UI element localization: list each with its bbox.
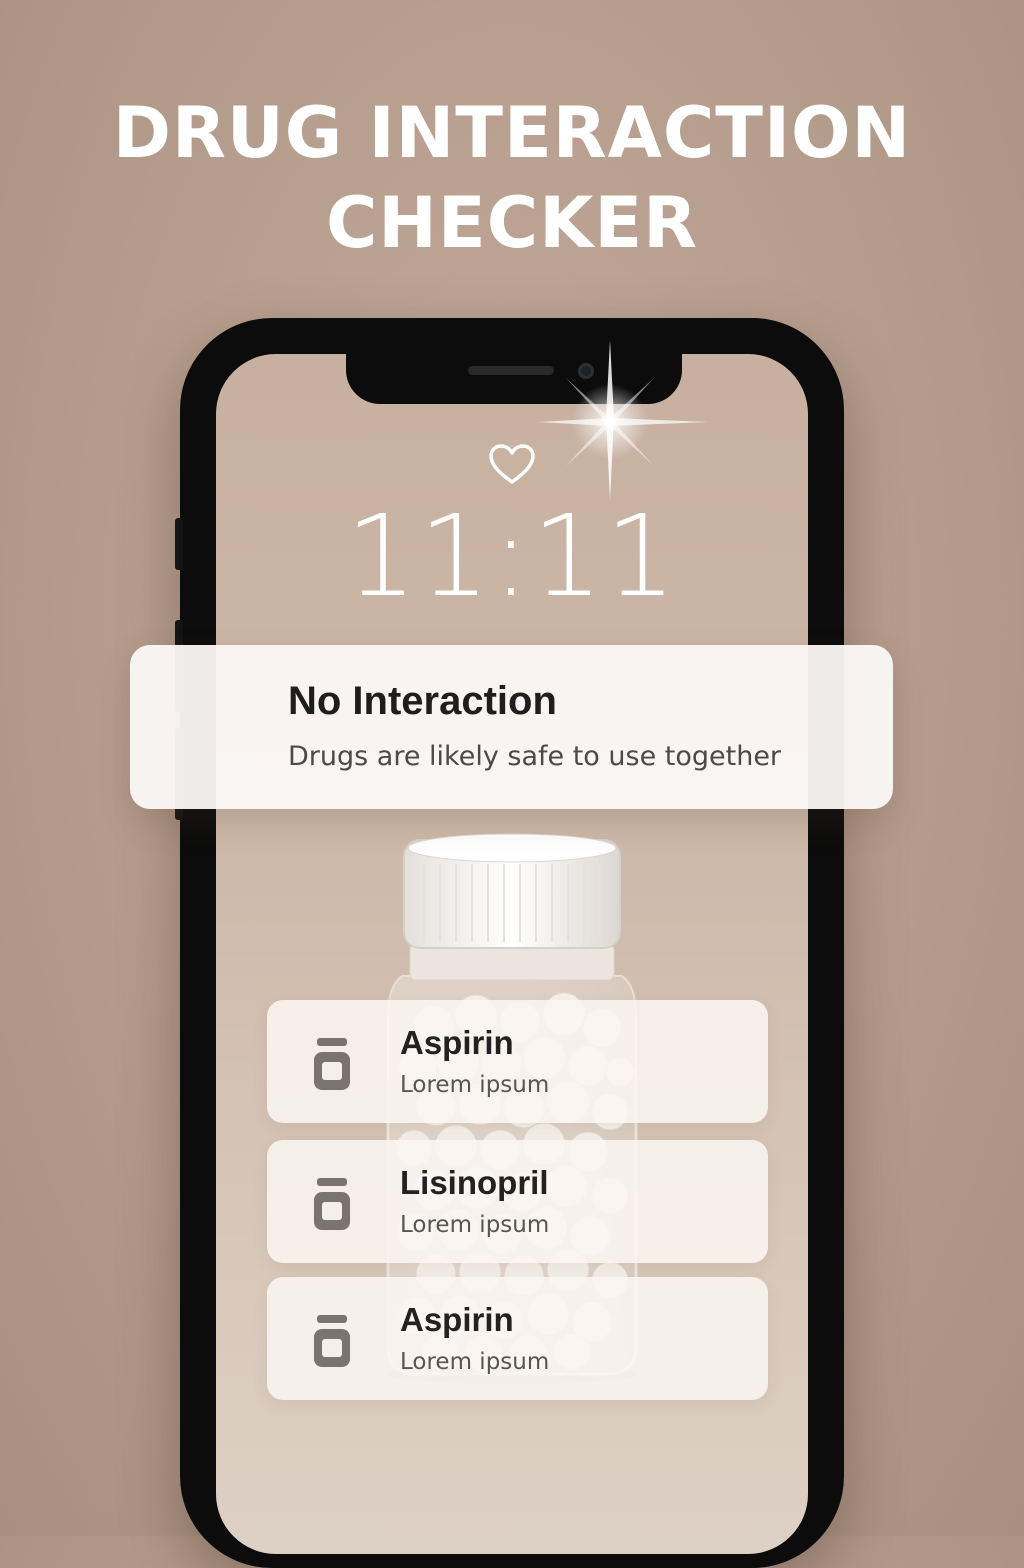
notification-message: Drugs are likely safe to use together bbox=[288, 741, 782, 772]
drug-name: Aspirin bbox=[400, 1024, 514, 1061]
drug-list-item[interactable]: Lisinopril Lorem ipsum bbox=[267, 1140, 768, 1263]
interaction-result-notification[interactable]: No Interaction Drugs are likely safe to … bbox=[130, 645, 893, 809]
pill-bottle-icon bbox=[314, 1315, 350, 1367]
headline-line-1: DRUG INTERACTION bbox=[112, 92, 912, 174]
heart-icon bbox=[489, 444, 535, 484]
drug-name: Lisinopril bbox=[400, 1164, 549, 1201]
drug-description: Lorem ipsum bbox=[400, 1349, 550, 1375]
headline-line-2: CHECKER bbox=[325, 182, 699, 264]
notification-title: No Interaction bbox=[288, 679, 557, 723]
headline: DRUG INTERACTION CHECKER bbox=[0, 88, 1024, 268]
drug-name: Aspirin bbox=[400, 1301, 514, 1338]
front-camera bbox=[578, 363, 594, 379]
earpiece-speaker bbox=[468, 366, 554, 375]
pill-bottle-icon bbox=[314, 1038, 350, 1090]
lock-screen-time: 11:11 bbox=[345, 492, 679, 622]
drug-description: Lorem ipsum bbox=[400, 1072, 550, 1098]
pill-bottle-icon bbox=[314, 1178, 350, 1230]
drug-list-item[interactable]: Aspirin Lorem ipsum bbox=[267, 1000, 768, 1123]
drug-description: Lorem ipsum bbox=[400, 1212, 550, 1238]
phone-notch bbox=[346, 350, 682, 404]
drug-list-item[interactable]: Aspirin Lorem ipsum bbox=[267, 1277, 768, 1400]
